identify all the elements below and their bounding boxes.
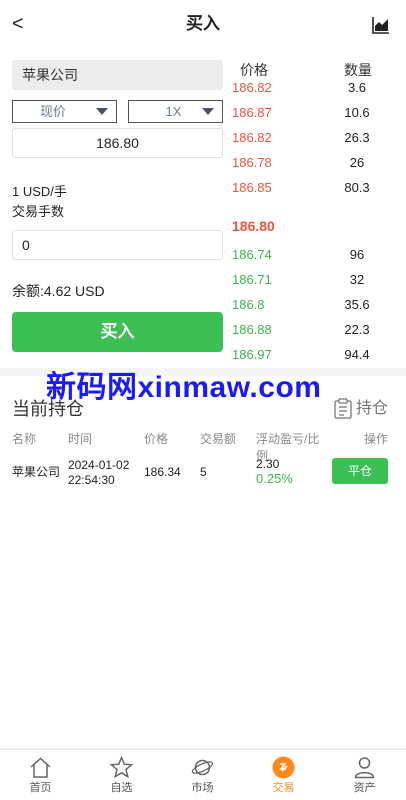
- col-amount: 交易额: [200, 432, 237, 446]
- position-time: 2024-01-02 22:54:30: [68, 458, 129, 487]
- ask-row[interactable]: 186.85 80.3: [232, 178, 402, 198]
- bid-qty: 35.6: [344, 297, 370, 312]
- bottom-tab-bar: 首页 自选 市场 交易 资产: [0, 749, 406, 800]
- bid-price: 186.71: [232, 272, 272, 287]
- col-action: 操作: [364, 432, 389, 446]
- tab-trade[interactable]: 交易: [243, 750, 324, 800]
- chevron-down-icon: [202, 108, 214, 115]
- quantity-input[interactable]: 0: [12, 230, 223, 260]
- tab-market-label: 市场: [191, 782, 214, 794]
- ask-price: 186.78: [232, 155, 272, 170]
- planet-icon: [191, 759, 214, 776]
- ask-qty: 26: [349, 155, 365, 170]
- position-pnl-pct: 0.25%: [256, 471, 293, 486]
- star-icon: [110, 756, 133, 779]
- user-icon: [354, 757, 375, 779]
- col-time: 时间: [68, 432, 93, 446]
- tab-trade-label: 交易: [272, 782, 295, 794]
- tab-home-label: 首页: [29, 782, 52, 794]
- chart-icon[interactable]: [372, 16, 390, 34]
- position-amount: 5: [200, 465, 207, 479]
- lot-unit-label: 1 USD/手 交易手数: [12, 182, 67, 222]
- bid-qty: 94.4: [344, 347, 370, 362]
- clipboard-icon[interactable]: [334, 398, 352, 419]
- watermark-text: 新码网xinmaw.com: [46, 371, 322, 404]
- order-type-value: 现价: [39, 104, 66, 119]
- positions-link[interactable]: 持仓: [356, 398, 388, 420]
- tab-market[interactable]: 市场: [162, 750, 243, 800]
- chevron-down-icon: [96, 108, 108, 115]
- ask-qty: 80.3: [344, 180, 370, 195]
- orderbook-price-header: 价格: [240, 62, 268, 78]
- order-type-select[interactable]: 现价: [12, 100, 117, 123]
- bid-price: 186.8: [232, 297, 265, 312]
- ask-row[interactable]: 186.87 10.6: [232, 103, 402, 123]
- trade-icon: [272, 756, 295, 779]
- symbol-field[interactable]: 苹果公司: [12, 60, 223, 90]
- ask-price: 186.82: [232, 80, 272, 95]
- price-input[interactable]: 186.80: [12, 128, 223, 158]
- ask-row[interactable]: 186.82 26.3: [232, 128, 402, 148]
- bid-price: 186.74: [232, 247, 272, 262]
- top-bar: < 买入: [0, 0, 406, 50]
- home-icon: [30, 757, 51, 778]
- col-pnl-line1: 浮动盈亏/比: [256, 432, 320, 446]
- last-price: 186.80: [232, 218, 275, 234]
- ask-qty: 26.3: [344, 130, 370, 145]
- bid-qty: 96: [349, 247, 365, 262]
- lot-unit-text: 1 USD/手: [12, 184, 67, 199]
- ask-price: 186.82: [232, 130, 272, 145]
- close-position-button[interactable]: 平仓: [332, 458, 388, 484]
- col-price: 价格: [144, 432, 169, 446]
- bid-row[interactable]: 186.74 96: [232, 245, 402, 265]
- bid-row[interactable]: 186.97 94.4: [232, 345, 402, 365]
- order-panel: 苹果公司 现价 1X 186.80 1 USD/手 交易手数 0 余额:4.62…: [0, 50, 406, 368]
- ask-row[interactable]: 186.78 26: [232, 153, 402, 173]
- balance-text: 余额:4.62 USD: [12, 283, 105, 299]
- position-clock: 22:54:30: [68, 473, 115, 487]
- bid-row[interactable]: 186.88 22.3: [232, 320, 402, 340]
- position-name: 苹果公司: [12, 465, 61, 479]
- bid-row[interactable]: 186.8 35.6: [232, 295, 402, 315]
- orderbook-qty-header: 数量: [344, 62, 372, 78]
- position-date: 2024-01-02: [68, 458, 130, 472]
- tab-home[interactable]: 首页: [0, 750, 81, 800]
- bid-row[interactable]: 186.71 32: [232, 270, 402, 290]
- tab-watchlist[interactable]: 自选: [81, 750, 162, 800]
- position-pnl: 2.30 0.25%: [256, 457, 293, 486]
- page-title: 买入: [186, 14, 220, 33]
- bid-price: 186.97: [232, 347, 272, 362]
- ask-price: 186.87: [232, 105, 272, 120]
- ask-price: 186.85: [232, 180, 272, 195]
- ask-row[interactable]: 186.82 3.6: [232, 78, 402, 98]
- leverage-select[interactable]: 1X: [128, 100, 223, 123]
- tab-assets[interactable]: 资产: [324, 750, 405, 800]
- position-pnl-value: 2.30: [256, 457, 280, 471]
- ask-qty: 3.6: [347, 80, 367, 95]
- position-price: 186.34: [144, 465, 181, 479]
- bid-qty: 32: [349, 272, 365, 287]
- buy-button[interactable]: 买入: [12, 312, 223, 352]
- bid-qty: 22.3: [344, 322, 370, 337]
- ask-qty: 10.6: [344, 105, 370, 120]
- tab-assets-label: 资产: [353, 782, 376, 794]
- positions-section: 当前持仓 持仓 名称 时间 价格 交易额 浮动盈亏/比 例 操作 苹果公司 20…: [0, 376, 406, 748]
- col-name: 名称: [12, 432, 37, 446]
- tab-watchlist-label: 自选: [110, 782, 133, 794]
- lot-count-label: 交易手数: [12, 204, 65, 219]
- bid-price: 186.88: [232, 322, 272, 337]
